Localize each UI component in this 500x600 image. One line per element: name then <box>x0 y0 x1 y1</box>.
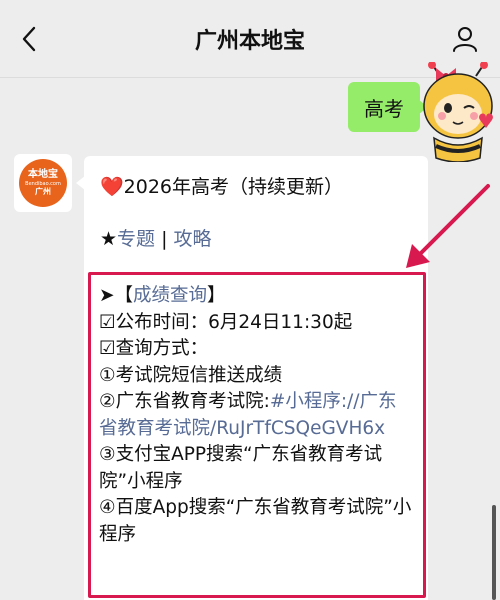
logo-main-text: 本地宝 <box>28 169 58 180</box>
section-arrow: ➤【 <box>99 285 134 306</box>
section-heading: ➤【成绩查询】 <box>99 283 413 310</box>
star-icon: ★ <box>100 228 118 250</box>
official-account-avatar[interactable]: 本地宝 Bendibao.com 广州 <box>14 154 72 212</box>
query-method-4: ④百度App搜索“广东省教育考试院”小程序 <box>99 497 412 545</box>
user-avatar[interactable] <box>420 62 496 162</box>
query-method-label: ☑查询方式： <box>99 338 209 359</box>
outgoing-message[interactable]: 高考 <box>348 82 428 132</box>
message-title-line: ❤️2026年高考（持续更新） <box>100 172 343 199</box>
link-separator: | <box>155 228 174 250</box>
section-close: 】 <box>207 285 226 306</box>
score-query-section: ➤【成绩查询】 ☑公布时间：6月24日11:30起 ☑查询方式： ①考试院短信推… <box>88 272 426 598</box>
heart-icon: ❤️ <box>100 176 124 198</box>
query-method-1: ①考试院短信推送成绩 <box>99 364 283 386</box>
publish-time-value: 6月24日11:30起 <box>208 311 353 333</box>
query-method-3: ③支付宝APP搜索“广东省教育考试院”小程序 <box>99 444 383 492</box>
topic-link[interactable]: 专题 <box>117 228 155 250</box>
publish-time-label: ☑公布时间： <box>99 311 209 333</box>
scrollbar[interactable] <box>492 505 496 600</box>
person-icon <box>453 27 477 52</box>
score-query-link[interactable]: 成绩查询 <box>133 285 207 306</box>
logo-city-text: 广州 <box>35 187 51 196</box>
query-method-2-prefix: ②广东省教育考试院: <box>99 391 270 412</box>
outgoing-message-text: 高考 <box>364 96 404 121</box>
message-links-line: ★专题 | 攻略 <box>100 224 212 251</box>
incoming-message: ❤️2026年高考（持续更新） ★专题 | 攻略 ➤【成绩查询】 ☑公布时间：6… <box>76 156 428 600</box>
guide-link[interactable]: 攻略 <box>174 228 212 250</box>
message-title: 2026年高考（持续更新） <box>123 176 344 198</box>
query-method-2: ②广东省教育考试院:#小程序://广东省教育考试院/RuJrTfCSQeGVH6… <box>99 389 413 442</box>
profile-button[interactable] <box>448 22 482 56</box>
publish-time-line: ☑公布时间：6月24日11:30起 <box>99 310 413 337</box>
bendibao-logo: 本地宝 Bendibao.com 广州 <box>19 159 67 207</box>
